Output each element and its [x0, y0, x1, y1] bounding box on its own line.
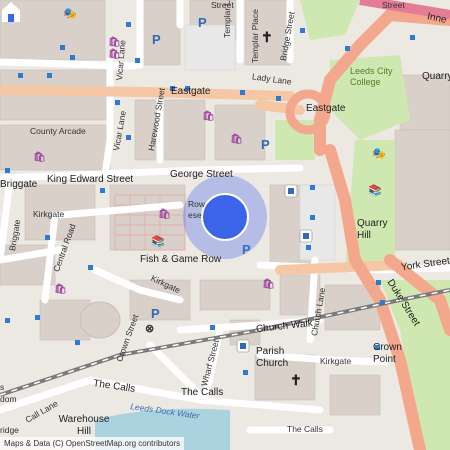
street-label: Briggate: [0, 179, 38, 190]
parking-icon[interactable]: P: [198, 16, 207, 29]
street-label: Quarry: [422, 71, 450, 82]
place-label: Crown Point: [373, 342, 402, 365]
place-label: Quarry Hill: [357, 218, 388, 241]
church-icon[interactable]: ✝: [261, 30, 273, 44]
street-label: Eastgate: [306, 103, 346, 114]
theatre-icon[interactable]: 🎭: [63, 9, 77, 20]
place-label: Parish Church: [256, 346, 289, 369]
shop-icon[interactable]: 🛍: [33, 153, 46, 163]
library-icon[interactable]: 📚: [151, 237, 165, 248]
shop-icon[interactable]: 🛍: [262, 280, 275, 290]
roundabout-icon: ⊗: [145, 323, 155, 335]
map-canvas[interactable]: P P P P P ✝ ✝ 🎭 🎭 📚 📚 🛍 🛍 🛍 🛍 🛍 🛍 🛍 🛍 ⊗ …: [0, 0, 450, 450]
street-label: s: [0, 382, 5, 392]
map-attribution: Maps & Data (C) OpenStreetMap.org contri…: [0, 437, 185, 450]
street-label: Templar Place: [250, 9, 260, 63]
parking-icon[interactable]: P: [151, 307, 160, 320]
street-label: Fish & Game Row: [140, 254, 222, 265]
place-label: Leeds City College: [350, 66, 393, 87]
place-label: Warehouse Hill: [58, 414, 110, 437]
street-label: King Edward Street: [47, 174, 134, 185]
street-label: The Calls: [181, 387, 224, 398]
street-label: Templar Lane: [222, 0, 232, 38]
street-label: Kirkgate: [320, 356, 352, 366]
theatre-icon[interactable]: 🎭: [372, 149, 386, 160]
shop-icon[interactable]: 🛍: [202, 112, 215, 122]
street-label: The Calls: [287, 424, 323, 434]
street-label: Eastgate: [171, 86, 211, 97]
library-icon[interactable]: 📚: [368, 186, 382, 197]
street-label: Street: [382, 0, 405, 10]
parking-icon[interactable]: P: [261, 138, 270, 151]
shop-icon[interactable]: 🛍: [230, 135, 243, 145]
street-label: George Street: [170, 169, 233, 180]
parking-icon[interactable]: P: [152, 33, 161, 46]
street-label: Row: [188, 199, 206, 209]
street-label: dom: [0, 394, 17, 404]
home-icon: [2, 2, 20, 22]
shop-icon[interactable]: 🛍: [54, 285, 67, 295]
street-label: Kirkgate: [33, 209, 65, 219]
street-label: ridge: [0, 425, 19, 435]
street-label: County Arcade: [30, 126, 86, 136]
church-icon[interactable]: ✝: [290, 373, 302, 387]
location-marker[interactable]: [201, 193, 249, 241]
street-label: ese: [188, 210, 202, 220]
shop-icon[interactable]: 🛍: [158, 210, 171, 220]
